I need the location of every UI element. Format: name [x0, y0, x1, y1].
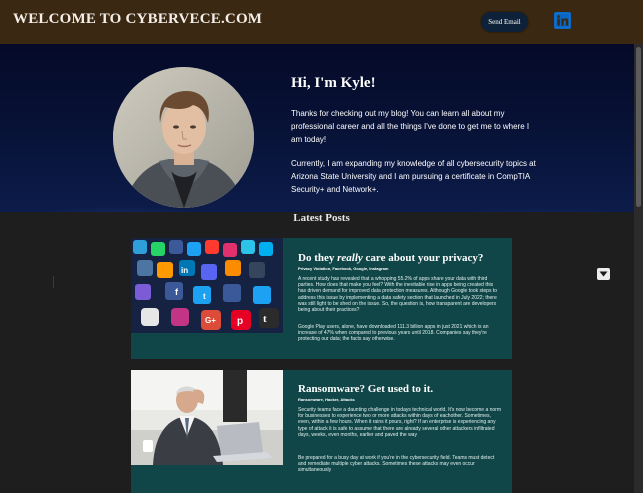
hero-intro-paragraph: Thanks for checking out my blog! You can…: [291, 109, 530, 144]
svg-text:t: t: [203, 292, 206, 301]
svg-text:p: p: [237, 316, 243, 327]
post-title[interactable]: Ransomware? Get used to it.: [298, 383, 433, 395]
hero-section: Hi, I'm Kyle! Thanks for checking out my…: [0, 44, 643, 212]
svg-text:in: in: [181, 266, 188, 275]
linkedin-icon[interactable]: [554, 12, 571, 29]
hero-current-paragraph: Currently, I am expanding my knowledge o…: [291, 159, 536, 194]
post-excerpt-2: Google Play users, alone, have downloade…: [298, 324, 489, 343]
post-title[interactable]: Do they really care about your privacy?: [298, 252, 483, 264]
profile-photo: [113, 67, 254, 208]
site-title: WELCOME TO CYBERVECE.COM: [13, 11, 263, 27]
post-card-privacy[interactable]: f t G+ p t in Do they really care about …: [131, 238, 512, 359]
scrollbar-thumb[interactable]: [636, 47, 641, 207]
send-email-button[interactable]: Send Email: [481, 12, 528, 32]
hero-heading: Hi, I'm Kyle!: [291, 75, 376, 91]
chevron-down-icon: [599, 271, 608, 277]
post-excerpt: Security teams face a daunting challenge…: [298, 407, 502, 438]
post-tags: Privacy Violation, Facebook, Google, Ins…: [298, 266, 389, 271]
post-title-emphasis: really: [337, 252, 363, 264]
post-excerpt: A recent study has revealed that a whopp…: [298, 276, 498, 314]
svg-text:t: t: [263, 313, 267, 325]
latest-posts-heading: Latest Posts: [293, 212, 350, 224]
post-card-ransomware[interactable]: Ransomware? Get used to it. Ransomware, …: [131, 370, 512, 493]
dropdown-toggle[interactable]: [597, 268, 610, 280]
stressed-man-at-laptop-image: [131, 370, 283, 465]
post-excerpt-2: Be prepared for a busy day at work if yo…: [298, 455, 495, 474]
top-navbar: WELCOME TO CYBERVECE.COM Send Email: [0, 0, 643, 44]
divider-mark: [53, 276, 54, 288]
social-media-apps-image: f t G+ p t in: [131, 238, 283, 333]
post-tags: Ransomware, Hacker, Attacks: [298, 397, 355, 402]
svg-text:G+: G+: [205, 316, 216, 325]
